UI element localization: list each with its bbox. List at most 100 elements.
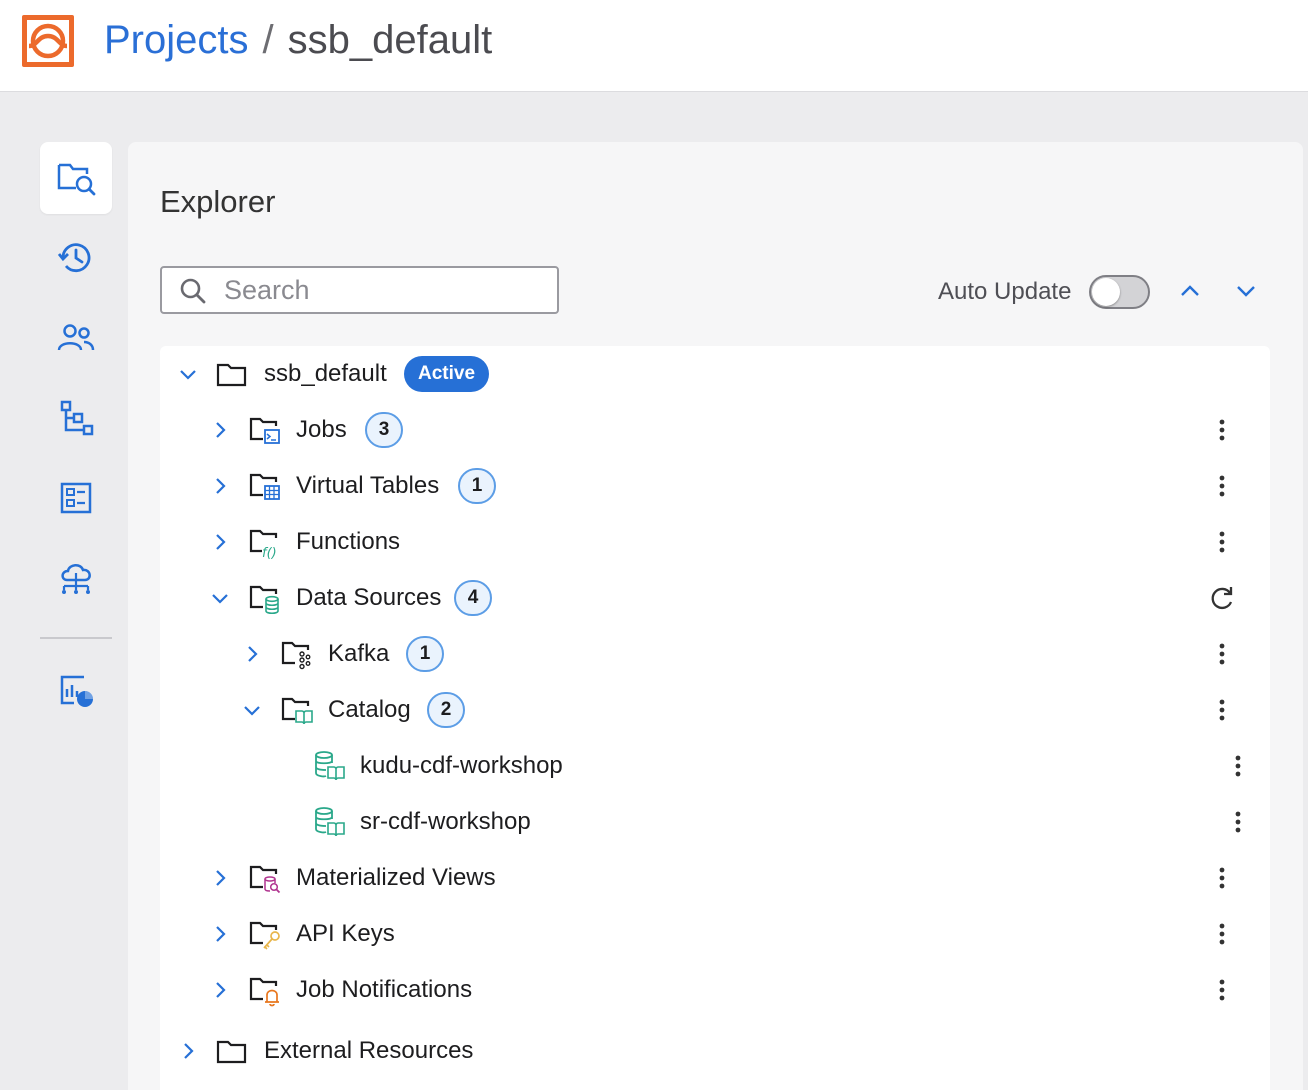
chevron-down-icon[interactable]	[209, 587, 231, 609]
rail-history-button[interactable]	[40, 222, 112, 294]
tree-node-catalog[interactable]: Catalog 2	[160, 682, 1270, 738]
search-box[interactable]	[160, 266, 559, 314]
chevron-right-icon[interactable]	[209, 419, 231, 441]
top-bar: Projects / ssb_default	[0, 0, 1308, 92]
tree-node-data-sources[interactable]: Data Sources 4	[160, 570, 1270, 626]
chevron-right-icon[interactable]	[209, 531, 231, 553]
kebab-icon	[1219, 531, 1225, 553]
kebab-icon	[1235, 811, 1241, 833]
expand-down-button[interactable]	[1231, 276, 1261, 306]
chevron-right-icon[interactable]	[209, 923, 231, 945]
chevron-right-icon[interactable]	[209, 475, 231, 497]
tree-node-job-notifications[interactable]: Job Notifications	[160, 962, 1270, 1018]
chevron-right-icon[interactable]	[209, 867, 231, 889]
rail-hierarchy-button[interactable]	[40, 382, 112, 454]
search-input[interactable]	[224, 272, 544, 308]
function-folder-icon: f()	[249, 529, 278, 559]
rail-divider	[40, 637, 112, 639]
breadcrumb: Projects / ssb_default	[104, 16, 492, 64]
more-options-button[interactable]	[1208, 528, 1236, 556]
chevron-right-icon[interactable]	[209, 979, 231, 1001]
notification-folder-icon	[249, 977, 279, 1007]
count-badge: 3	[365, 412, 403, 448]
tree-node-kafka[interactable]: Kafka 1	[160, 626, 1270, 682]
more-options-button[interactable]	[1208, 640, 1236, 668]
tree-node-materialized-views[interactable]: Materialized Views	[160, 850, 1270, 906]
count-badge: 1	[458, 468, 496, 504]
chevron-down-icon	[1237, 286, 1255, 297]
more-options-button[interactable]	[1208, 976, 1236, 1004]
tree-node-virtual-tables[interactable]: Virtual Tables 1	[160, 458, 1270, 514]
search-icon	[180, 278, 206, 304]
tree-label: sr-cdf-workshop	[360, 808, 531, 835]
tree-node-ssb-default[interactable]: ssb_default Active	[160, 346, 1270, 402]
kafka-folder-icon	[281, 641, 311, 670]
catalog-folder-icon	[281, 697, 313, 725]
rail-cloud-button[interactable]	[40, 542, 112, 614]
kebab-icon	[1235, 755, 1241, 777]
explorer-panel: Explorer Auto Update ssb_default Active	[128, 142, 1303, 1090]
refresh-icon[interactable]	[1207, 583, 1237, 613]
tree-node-external-resources[interactable]: External Resources	[160, 1023, 1270, 1079]
more-options-button[interactable]	[1224, 752, 1252, 780]
folder-search-icon	[57, 163, 96, 196]
rail-dashboard-button[interactable]	[40, 462, 112, 534]
catalog-database-icon	[315, 751, 345, 781]
panel-title: Explorer	[160, 184, 276, 219]
virtual-table-folder-icon	[249, 473, 280, 500]
users-icon	[57, 324, 95, 351]
materialized-view-folder-icon	[249, 865, 281, 894]
tree-node-catalog-item[interactable]: kudu-cdf-workshop	[160, 738, 1270, 794]
cloud-network-icon	[61, 564, 91, 594]
chevron-down-icon[interactable]	[241, 699, 263, 721]
hierarchy-icon	[60, 400, 94, 436]
tree-label: Job Notifications	[296, 976, 473, 1003]
history-icon	[57, 243, 91, 273]
breadcrumb-separator: /	[262, 18, 274, 62]
tree-node-jobs[interactable]: Jobs 3	[160, 402, 1270, 458]
tree-node-functions[interactable]: f() Functions	[160, 514, 1270, 570]
tree-label: Jobs	[296, 416, 347, 443]
count-badge: 2	[427, 692, 465, 728]
tree-label: API Keys	[296, 920, 395, 947]
chevron-up-icon	[1181, 285, 1199, 296]
explorer-tree: ssb_default Active Jobs 3 Virtual Tables	[160, 346, 1270, 1090]
rail-reports-button[interactable]	[40, 655, 112, 727]
chevron-right-icon[interactable]	[241, 643, 263, 665]
breadcrumb-projects-link[interactable]: Projects	[104, 18, 249, 62]
chevron-down-icon[interactable]	[177, 363, 199, 385]
rail-explorer-button[interactable]	[40, 142, 112, 214]
more-options-button[interactable]	[1208, 472, 1236, 500]
folder-icon	[216, 363, 247, 387]
chevron-right-icon[interactable]	[177, 1040, 199, 1062]
auto-update-label: Auto Update	[938, 278, 1072, 305]
jobs-folder-icon	[249, 417, 280, 444]
count-badge: 4	[454, 580, 492, 616]
count-badge: 1	[406, 636, 444, 672]
ssb-logo-icon[interactable]	[20, 13, 76, 69]
kebab-icon	[1219, 419, 1225, 441]
kebab-icon	[1219, 979, 1225, 1001]
auto-update-toggle[interactable]	[1089, 275, 1150, 309]
more-options-button[interactable]	[1208, 416, 1236, 444]
api-key-folder-icon	[249, 921, 280, 950]
kebab-icon	[1219, 699, 1225, 721]
tree-label: Virtual Tables	[296, 472, 440, 499]
kebab-icon	[1219, 867, 1225, 889]
tree-label: Data Sources	[296, 584, 442, 611]
dashboard-icon	[60, 482, 92, 514]
catalog-database-icon	[315, 807, 345, 837]
status-badge: Active	[404, 356, 490, 392]
more-options-button[interactable]	[1208, 864, 1236, 892]
rail-users-button[interactable]	[40, 302, 112, 374]
collapse-up-button[interactable]	[1175, 276, 1205, 306]
more-options-button[interactable]	[1208, 696, 1236, 724]
tree-node-catalog-item[interactable]: sr-cdf-workshop	[160, 794, 1270, 850]
toggle-knob	[1092, 278, 1120, 306]
more-options-button[interactable]	[1224, 808, 1252, 836]
tree-node-api-keys[interactable]: API Keys	[160, 906, 1270, 962]
tree-label: Functions	[296, 528, 401, 555]
tree-label: ssb_default	[264, 360, 387, 387]
more-options-button[interactable]	[1208, 920, 1236, 948]
tree-label: External Resources	[264, 1037, 474, 1064]
